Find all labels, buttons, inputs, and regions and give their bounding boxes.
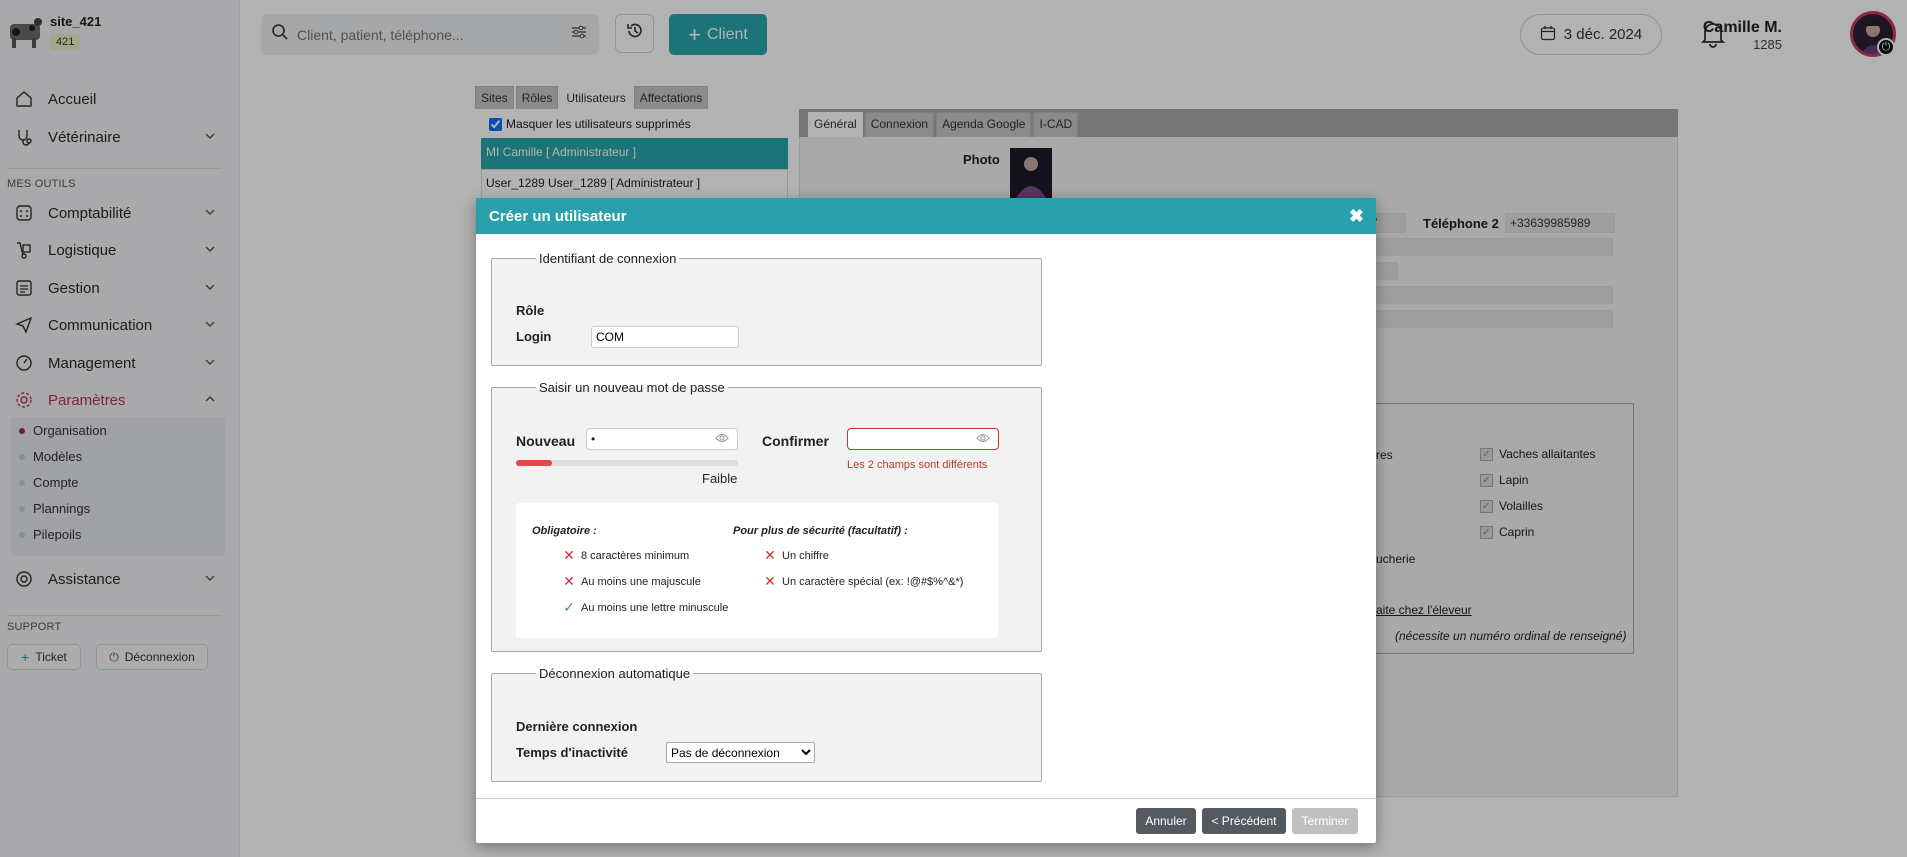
eye-icon[interactable] <box>715 432 729 447</box>
inactivity-select[interactable]: Pas de déconnexion <box>666 742 815 763</box>
rule-text: 8 caractères minimum <box>581 549 690 562</box>
check-icon: ✓ <box>563 599 575 615</box>
fieldset-legend: Identifiant de connexion <box>539 251 677 266</box>
new-password-input[interactable]: • <box>586 428 738 450</box>
cancel-button[interactable]: Annuler <box>1136 808 1196 834</box>
strength-label: Faible <box>702 471 738 486</box>
password-strength-fill <box>516 460 552 466</box>
cross-icon: ✕ <box>563 573 575 589</box>
dialog-title: Créer un utilisateur <box>489 207 627 225</box>
fieldset-legend: Déconnexion automatique <box>539 666 691 681</box>
rule-text: Un chiffre <box>782 549 829 562</box>
rule-item: ✕ Un caractère spécial (ex: !@#$%^&*) <box>763 573 963 590</box>
password-strength-bar <box>516 460 738 466</box>
mandatory-title: Obligatoire : <box>532 525 597 537</box>
create-user-dialog: Créer un utilisateur ✖ Identifiant de co… <box>476 198 1376 843</box>
login-label: Login <box>516 329 552 344</box>
finish-button[interactable]: Terminer <box>1292 808 1358 834</box>
rule-text: Au moins une majuscule <box>581 575 701 588</box>
rule-text: Au moins une lettre minuscule <box>581 601 729 614</box>
inactivity-label: Temps d'inactivité <box>516 745 628 760</box>
confirm-password-input[interactable] <box>847 428 999 450</box>
password-mismatch-error: Les 2 champs sont différents <box>847 459 988 471</box>
last-connection-label: Dernière connexion <box>516 719 638 734</box>
cross-icon: ✕ <box>764 547 776 563</box>
login-input[interactable] <box>591 326 739 348</box>
new-password-value: • <box>591 432 596 446</box>
optional-title: Pour plus de sécurité (facultatif) : <box>733 525 908 537</box>
rule-item: ✕ Au moins une majuscule <box>562 573 701 590</box>
cross-icon: ✕ <box>764 573 776 589</box>
rule-item: ✓ Au moins une lettre minuscule <box>562 599 728 616</box>
new-password-label: Nouveau <box>516 433 576 449</box>
confirm-password-label: Confirmer <box>762 433 829 449</box>
close-icon[interactable]: ✖ <box>1349 207 1364 225</box>
rule-item: ✕ Un chiffre <box>763 547 829 564</box>
role-label: Rôle <box>516 303 545 318</box>
rule-text: Un caractère spécial (ex: !@#$%^&*) <box>782 575 964 588</box>
rule-item: ✕ 8 caractères minimum <box>562 547 689 564</box>
eye-icon[interactable] <box>976 432 990 447</box>
dialog-footer <box>476 798 1376 799</box>
login-fieldset: Identifiant de connexion <box>491 251 1042 366</box>
dialog-header: Créer un utilisateur ✖ <box>476 198 1376 234</box>
previous-button[interactable]: < Précédent <box>1202 808 1286 834</box>
cross-icon: ✕ <box>563 547 575 563</box>
fieldset-legend: Saisir un nouveau mot de passe <box>539 380 725 395</box>
password-rules-box: Obligatoire : Pour plus de sécurité (fac… <box>516 503 998 638</box>
